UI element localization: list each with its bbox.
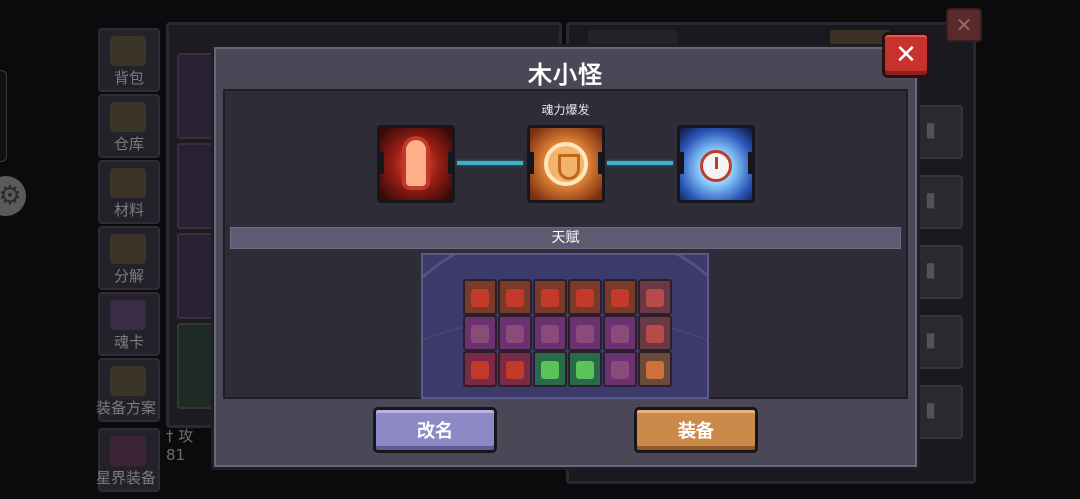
tab-astral-gear[interactable]: 星界装备 bbox=[96, 428, 160, 492]
talent-icon bbox=[506, 325, 524, 343]
talent-node[interactable] bbox=[638, 315, 672, 351]
demon-helm-icon bbox=[506, 361, 524, 379]
tab-materials[interactable]: 材料 bbox=[98, 160, 160, 224]
talent-node[interactable] bbox=[463, 315, 497, 351]
warrior-icon bbox=[646, 361, 664, 379]
goblin-icon bbox=[576, 361, 594, 379]
talent-node[interactable] bbox=[638, 279, 672, 315]
gear-icon: ⚙ bbox=[0, 181, 22, 211]
flame-sword-icon bbox=[406, 140, 426, 186]
stat-value: 81 bbox=[166, 446, 186, 464]
demon-helm-icon bbox=[471, 289, 489, 307]
demon-helm-icon bbox=[471, 361, 489, 379]
tab-label: 分解 bbox=[113, 267, 144, 285]
dialog-title: 木小怪 bbox=[528, 61, 603, 89]
close-icon: ✕ bbox=[955, 13, 973, 37]
talent-icon bbox=[471, 325, 489, 343]
talent-icon bbox=[541, 325, 559, 343]
tab-loadouts[interactable]: 装备方案 bbox=[96, 358, 160, 422]
tab-label: 材料 bbox=[113, 201, 144, 219]
demon-helm-icon bbox=[541, 289, 559, 307]
knight-icon bbox=[646, 289, 664, 307]
talent-node[interactable] bbox=[463, 279, 497, 315]
demon-helm-icon bbox=[576, 289, 594, 307]
salvage-icon bbox=[110, 234, 146, 264]
warehouse-icon bbox=[110, 102, 146, 132]
shield-icon bbox=[544, 142, 588, 186]
talent-node[interactable] bbox=[568, 279, 602, 315]
sword-icon: † bbox=[166, 427, 174, 445]
talent-icon bbox=[611, 325, 629, 343]
side-drawer-handle[interactable] bbox=[0, 70, 7, 162]
talent-node[interactable] bbox=[498, 351, 532, 387]
talent-node[interactable] bbox=[568, 315, 602, 351]
slot-icon: ▮ bbox=[925, 257, 937, 281]
slot-icon: ▮ bbox=[925, 327, 937, 351]
clock-icon bbox=[700, 150, 732, 182]
talent-node[interactable] bbox=[603, 279, 637, 315]
tab-warehouse[interactable]: 仓库 bbox=[98, 94, 160, 158]
red-flame-sword-skill-icon[interactable] bbox=[377, 125, 455, 203]
settings-button[interactable]: ⚙ bbox=[0, 176, 26, 216]
materials-icon bbox=[110, 168, 146, 198]
demon-helm-icon bbox=[611, 289, 629, 307]
soul-card-icon bbox=[110, 300, 146, 330]
equip-slot[interactable]: ▮ bbox=[915, 315, 963, 369]
rename-button[interactable]: 改名 bbox=[373, 407, 497, 453]
equip-slot[interactable]: ▮ bbox=[915, 105, 963, 159]
tab-soul-cards[interactable]: 魂卡 bbox=[98, 292, 160, 356]
background-close-button[interactable]: ✕ bbox=[946, 8, 982, 42]
close-button[interactable]: ✕ bbox=[882, 32, 930, 78]
soul-card-detail-dialog: 木小怪 魂力爆发 天赋 改名 装备 bbox=[211, 44, 920, 470]
skill-panel: 魂力爆发 天赋 bbox=[223, 89, 908, 399]
tab-salvage[interactable]: 分解 bbox=[98, 226, 160, 290]
blue-clock-skill-icon[interactable] bbox=[677, 125, 755, 203]
talent-node[interactable] bbox=[463, 351, 497, 387]
tab-label: 背包 bbox=[113, 69, 144, 87]
talent-node[interactable] bbox=[568, 351, 602, 387]
orange-shield-skill-icon[interactable] bbox=[527, 125, 605, 203]
skill-connector bbox=[607, 161, 673, 165]
knight-icon bbox=[646, 325, 664, 343]
goblin-icon bbox=[541, 361, 559, 379]
talent-icon bbox=[576, 325, 594, 343]
equip-button[interactable]: 装备 bbox=[634, 407, 758, 453]
stat-label: 攻 bbox=[178, 427, 194, 445]
tab-label: 魂卡 bbox=[113, 333, 144, 351]
slot-icon: ▮ bbox=[925, 397, 937, 421]
tab-label: 仓库 bbox=[113, 135, 144, 153]
equip-slot[interactable]: ▮ bbox=[915, 245, 963, 299]
talent-node[interactable] bbox=[533, 351, 567, 387]
talent-node[interactable] bbox=[638, 351, 672, 387]
talent-header: 天赋 bbox=[230, 227, 901, 249]
tab-backpack[interactable]: 背包 bbox=[98, 28, 160, 92]
talent-node[interactable] bbox=[603, 351, 637, 387]
chest-icon bbox=[110, 36, 146, 66]
attack-stat: † 攻 81 bbox=[166, 425, 193, 464]
talent-node[interactable] bbox=[498, 279, 532, 315]
slot-icon: ▮ bbox=[925, 187, 937, 211]
equip-slot[interactable]: ▮ bbox=[915, 175, 963, 229]
talent-icon bbox=[611, 361, 629, 379]
talent-node[interactable] bbox=[498, 315, 532, 351]
equip-slot[interactable]: ▮ bbox=[915, 385, 963, 439]
close-icon: ✕ bbox=[895, 40, 917, 70]
skill-connector bbox=[457, 161, 523, 165]
talent-node[interactable] bbox=[533, 279, 567, 315]
astral-gear-icon bbox=[110, 436, 146, 466]
talent-grid-preview bbox=[421, 253, 709, 399]
talent-node[interactable] bbox=[533, 315, 567, 351]
skill-chain-caption: 魂力爆发 bbox=[541, 103, 590, 117]
slot-icon: ▮ bbox=[925, 117, 937, 141]
talent-node[interactable] bbox=[603, 315, 637, 351]
demon-helm-icon bbox=[506, 289, 524, 307]
tab-label: 星界装备 bbox=[96, 469, 157, 487]
loadout-icon bbox=[110, 366, 146, 396]
